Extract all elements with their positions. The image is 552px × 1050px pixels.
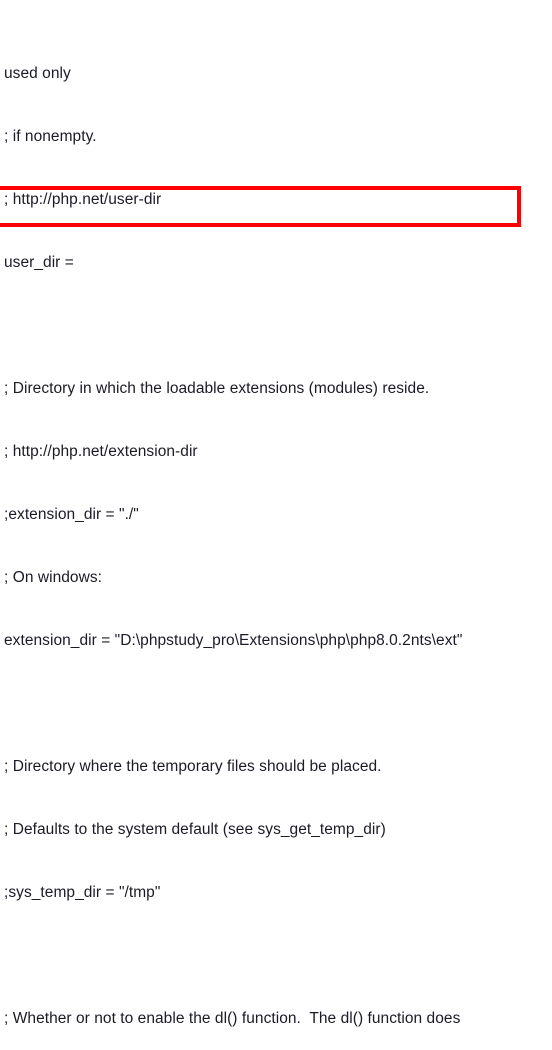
document-page: used only ; if nonempty. ; http://php.ne… — [0, 0, 552, 1027]
ini-line-extension-dir: extension_dir = "D:\phpstudy_pro\Extensi… — [4, 632, 463, 649]
ini-line: user_dir = — [4, 254, 74, 271]
ini-line: ; http://php.net/extension-dir — [4, 443, 198, 460]
ini-line: ;extension_dir = "./" — [4, 506, 139, 523]
ini-line: ; Whether or not to enable the dl() func… — [4, 1010, 461, 1027]
ini-line: ; Defaults to the system default (see sy… — [4, 821, 386, 838]
ini-line: ; Directory in which the loadable extens… — [4, 380, 430, 397]
ini-line: ; if nonempty. — [4, 128, 97, 145]
ini-line-blank — [0, 945, 552, 966]
ini-line-blank — [0, 315, 552, 336]
ini-line: ; On windows: — [4, 569, 102, 586]
ini-line: ;sys_temp_dir = "/tmp" — [4, 884, 161, 901]
ini-line: ; Directory where the temporary files sh… — [4, 758, 382, 775]
ini-line: ; http://php.net/user-dir — [4, 191, 162, 208]
php-ini-text-listing: used only ; if nonempty. ; http://php.ne… — [0, 0, 552, 1050]
ini-line-blank — [0, 693, 552, 714]
ini-line: used only — [4, 65, 71, 82]
